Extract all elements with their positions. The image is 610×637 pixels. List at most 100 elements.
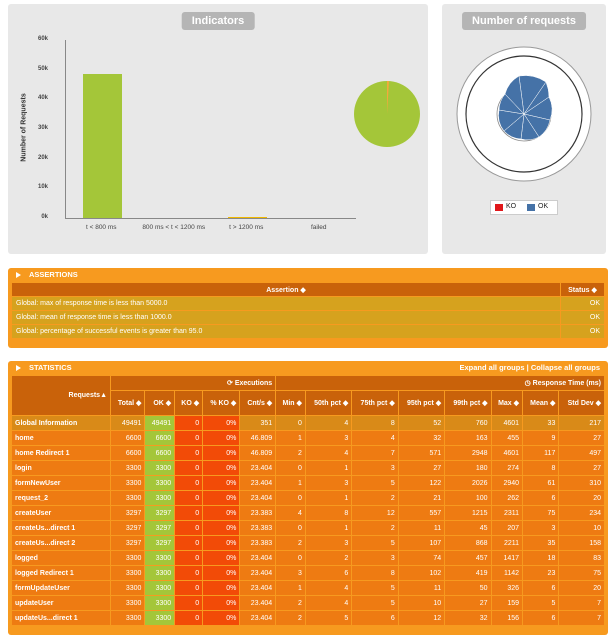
request-name[interactable]: logged [12, 551, 110, 565]
table-row[interactable]: formUpdateUser 3300 3300 0 0% 23.404 1 4 5 11 50 32… [12, 581, 604, 595]
col-header-2[interactable]: KO ◆ [175, 391, 203, 415]
cell-min: 2 [276, 536, 305, 550]
request-name[interactable]: login [12, 461, 110, 475]
request-name[interactable]: updateUs...direct 1 [12, 611, 110, 625]
table-row[interactable]: createUs...direct 1 3297 3297 0 0% 23.383 0 1 2 1… [12, 521, 604, 535]
cell-75th-pct: 5 [352, 536, 398, 550]
table-row[interactable]: Global Information 49491 49491 0 0% 351 0 4 8 52 7… [12, 416, 604, 430]
cell-95th-pct: 557 [398, 506, 445, 520]
request-name[interactable]: Global Information [12, 416, 110, 430]
request-name[interactable]: request_2 [12, 491, 110, 505]
assertions-header[interactable]: ASSERTIONS [8, 268, 608, 282]
cell-75th-pct: 5 [352, 596, 398, 610]
table-row[interactable]: logged 3300 3300 0 0% 23.404 0 2 3 74 457 1417 18 83 [12, 551, 604, 565]
cell-75th-pct: 8 [352, 566, 398, 580]
table-row[interactable]: login 3300 3300 0 0% 23.404 0 1 3 27 180 274 8 27 [12, 461, 604, 475]
assertions-table: Assertion ◆ Status ◆ Global: max of resp… [11, 282, 605, 339]
cell-ok: 3300 [145, 581, 175, 595]
cell-min: 0 [276, 416, 305, 430]
table-row[interactable]: formNewUser 3300 3300 0 0% 23.404 1 3 5 122 2026 29… [12, 476, 604, 490]
request-name[interactable]: createUs...direct 2 [12, 536, 110, 550]
cell-min: 2 [276, 446, 305, 460]
ok-swatch [527, 204, 535, 211]
cell-min: 2 [276, 611, 305, 625]
request-name[interactable]: home Redirect 1 [12, 446, 110, 460]
cell--ko: 0% [203, 416, 240, 430]
cell-50th-pct: 8 [305, 506, 352, 520]
col-header-4[interactable]: Cnt/s ◆ [240, 391, 276, 415]
cell-ko: 0 [175, 431, 203, 445]
indicators-title: Indicators [181, 12, 255, 30]
cell-total: 3300 [111, 461, 145, 475]
requests-polar-chart [456, 46, 592, 182]
cell-95th-pct: 571 [398, 446, 445, 460]
col-header-11[interactable]: Mean ◆ [523, 391, 559, 415]
cell-75th-pct: 8 [352, 416, 398, 430]
cell-std-dev: 7 [559, 611, 604, 625]
cell-mean: 75 [523, 506, 559, 520]
cell-75th-pct: 4 [352, 431, 398, 445]
request-name[interactable]: formUpdateUser [12, 581, 110, 595]
col-header-10[interactable]: Max ◆ [491, 391, 523, 415]
request-name[interactable]: home [12, 431, 110, 445]
cell-ok: 3300 [145, 566, 175, 580]
assertion-col-header[interactable]: Assertion ◆ [12, 283, 560, 296]
status-col-header[interactable]: Status ◆ [561, 283, 604, 296]
request-name[interactable]: updateUser [12, 596, 110, 610]
cell-ok: 3297 [145, 536, 175, 550]
col-header-3[interactable]: % KO ◆ [203, 391, 240, 415]
cell--ko: 0% [203, 581, 240, 595]
table-row[interactable]: updateUser 3300 3300 0 0% 23.404 2 4 5 10 27 159 5 7 [12, 596, 604, 610]
cell-95th-pct: 11 [398, 581, 445, 595]
col-header-5[interactable]: Min ◆ [276, 391, 305, 415]
col-header-1[interactable]: OK ◆ [145, 391, 175, 415]
request-name[interactable]: logged Redirect 1 [12, 566, 110, 580]
requests-col-header[interactable]: Requests▲ [12, 376, 110, 415]
x-category-label: t < 800 ms [85, 224, 117, 231]
collapse-all-groups-link[interactable]: Collapse all groups [531, 363, 600, 372]
table-row[interactable]: createUs...direct 2 3297 3297 0 0% 23.383 2 3 5 1… [12, 536, 604, 550]
request-name[interactable]: createUser [12, 506, 110, 520]
assertion-row: Global: mean of response time is less th… [12, 311, 604, 324]
cell-99th-pct: 27 [445, 596, 491, 610]
table-row[interactable]: updateUs...direct 1 3300 3300 0 0% 23.404 2 5 6 1… [12, 611, 604, 625]
table-row[interactable]: home Redirect 1 6600 6600 0 0% 46.809 2 4 7 571 29… [12, 446, 604, 460]
cell-99th-pct: 868 [445, 536, 491, 550]
statistics-header: STATISTICS Expand all groups | Collapse … [8, 361, 608, 375]
request-name[interactable]: formNewUser [12, 476, 110, 490]
col-header-7[interactable]: 75th pct ◆ [352, 391, 398, 415]
col-header-8[interactable]: 95th pct ◆ [398, 391, 445, 415]
cell-std-dev: 217 [559, 416, 604, 430]
cell-75th-pct: 12 [352, 506, 398, 520]
cell--ko: 0% [203, 551, 240, 565]
col-header-6[interactable]: 50th pct ◆ [305, 391, 352, 415]
cell-min: 0 [276, 521, 305, 535]
cell-total: 3300 [111, 491, 145, 505]
cell-total: 3300 [111, 581, 145, 595]
col-header-9[interactable]: 99th pct ◆ [445, 391, 491, 415]
cell-std-dev: 83 [559, 551, 604, 565]
collapse-triangle-icon[interactable] [16, 272, 21, 279]
bar-2 [228, 217, 267, 218]
expand-all-groups-link[interactable]: Expand all groups [460, 363, 525, 372]
cell-max: 2311 [491, 506, 523, 520]
request-name[interactable]: createUs...direct 1 [12, 521, 110, 535]
col-header-12[interactable]: Std Dev ◆ [559, 391, 604, 415]
cell-std-dev: 158 [559, 536, 604, 550]
ok-ko-pie [354, 80, 420, 147]
col-header-0[interactable]: Total ◆ [111, 391, 145, 415]
cell-ok: 3300 [145, 476, 175, 490]
cell-cnt-s: 23.404 [240, 491, 276, 505]
cell-mean: 8 [523, 461, 559, 475]
table-row[interactable]: home 6600 6600 0 0% 46.809 1 3 4 32 163 455 9 27 [12, 431, 604, 445]
assertions-title: ASSERTIONS [29, 270, 78, 279]
assertion-text: Global: percentage of successful events … [16, 328, 203, 335]
cell-ok: 3300 [145, 491, 175, 505]
table-row[interactable]: request_2 3300 3300 0 0% 23.404 0 1 2 21 100 262 6 20 [12, 491, 604, 505]
collapse-triangle-icon[interactable] [16, 365, 21, 372]
y-tick-label: 30k [37, 125, 48, 131]
table-row[interactable]: createUser 3297 3297 0 0% 23.383 4 8 12 557 1215 23… [12, 506, 604, 520]
table-row[interactable]: logged Redirect 1 3300 3300 0 0% 23.404 3 6 8 102… [12, 566, 604, 580]
cell-mean: 9 [523, 431, 559, 445]
cell-99th-pct: 2948 [445, 446, 491, 460]
